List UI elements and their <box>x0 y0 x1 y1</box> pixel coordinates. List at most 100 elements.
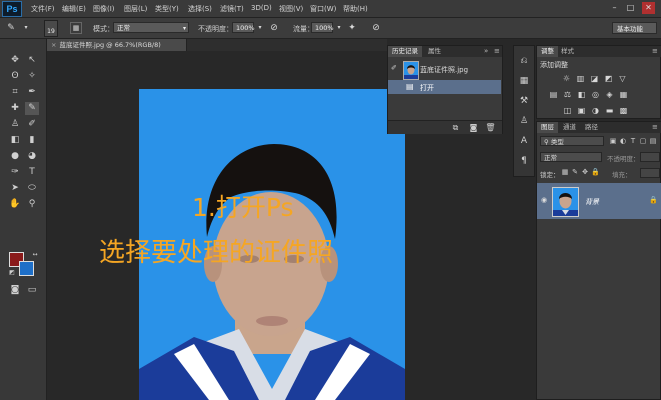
filter-adjustment-icon[interactable]: ◐ <box>619 137 627 146</box>
invert-icon[interactable]: ◫ <box>563 106 572 115</box>
color-lookup-icon[interactable]: ▦ <box>619 90 628 99</box>
minimize-button[interactable]: – <box>608 2 621 14</box>
eraser-tool-icon[interactable]: ◧ <box>8 134 22 147</box>
swap-colors-icon[interactable]: ↔ <box>28 248 42 261</box>
menu-type[interactable]: 类型(Y) <box>155 4 179 14</box>
artboard-tool-icon[interactable]: ↖ <box>25 54 39 67</box>
zoom-tool-icon[interactable]: ⚲ <box>25 198 39 211</box>
hue-saturation-icon[interactable]: ▤ <box>549 90 558 99</box>
blend-mode-select[interactable]: 正常 <box>540 152 602 162</box>
maximize-button[interactable]: □ <box>624 2 637 14</box>
properties-panel-icon[interactable]: ▦ <box>517 74 531 88</box>
dodge-tool-icon[interactable]: ◕ <box>25 150 39 163</box>
eyedropper-tool-icon[interactable]: ✒ <box>25 86 39 99</box>
menu-view[interactable]: 视图(V) <box>279 4 303 14</box>
tab-layers[interactable]: 图层 <box>537 122 558 133</box>
layer-filter-select[interactable]: ⚲ 类型 <box>540 136 604 146</box>
character-panel-icon[interactable]: A <box>517 134 531 148</box>
menu-edit[interactable]: 编辑(E) <box>62 4 86 14</box>
ellipse-tool-icon[interactable]: ⬭ <box>25 182 39 195</box>
exposure-icon[interactable]: ◩ <box>604 74 613 83</box>
workspace-switcher[interactable]: 基本功能 <box>612 22 657 34</box>
layer-row-background[interactable]: ◉ 背景 🔒 <box>537 183 661 219</box>
posterize-icon[interactable]: ▣ <box>577 106 586 115</box>
gradient-tool-icon[interactable]: ▮ <box>25 134 39 147</box>
panel-menu-icon[interactable]: ≡ <box>652 123 658 131</box>
brush-presets-icon[interactable]: ⚒ <box>517 94 531 108</box>
photo-filter-icon[interactable]: ◎ <box>591 90 600 99</box>
tab-channels[interactable]: 通道 <box>559 122 580 133</box>
panel-menu-icon[interactable]: ≡ <box>494 47 500 55</box>
pressure-size-icon[interactable]: ⊘ <box>370 22 382 34</box>
move-tool-icon[interactable]: ✥ <box>8 54 22 67</box>
history-brush-source-icon[interactable]: ✐ <box>391 64 397 72</box>
chevron-down-icon[interactable]: ▾ <box>333 22 345 34</box>
flow-field[interactable]: 100% <box>311 22 334 33</box>
tab-history[interactable]: 历史记录 <box>388 46 422 57</box>
menu-image[interactable]: 图像(I) <box>93 4 115 14</box>
clone-source-icon[interactable]: ♙ <box>517 114 531 128</box>
new-document-from-state-icon[interactable]: ⧉ <box>450 122 461 133</box>
crop-tool-icon[interactable]: ⌗ <box>8 86 22 99</box>
hand-tool-icon[interactable]: ✋ <box>8 198 22 211</box>
channel-mixer-icon[interactable]: ◈ <box>605 90 614 99</box>
history-step-row[interactable]: ▤ 打开 <box>388 80 501 94</box>
filter-shape-icon[interactable]: ▢ <box>639 137 647 146</box>
airbrush-icon[interactable]: ✦ <box>346 22 358 34</box>
mode-select[interactable]: 正常 ▾ <box>113 22 189 33</box>
screen-mode-icon[interactable]: ▭ <box>25 284 39 297</box>
clone-stamp-icon[interactable]: ♙ <box>8 118 22 131</box>
chevron-down-icon[interactable]: ▾ <box>20 22 32 34</box>
filter-pixel-icon[interactable]: ▣ <box>609 137 617 146</box>
lock-transparent-icon[interactable]: ▦ <box>561 168 569 177</box>
menu-help[interactable]: 帮助(H) <box>343 4 368 14</box>
healing-brush-icon[interactable]: ✚ <box>8 102 22 115</box>
selective-color-icon[interactable]: ▩ <box>619 106 628 115</box>
panel-menu-icon[interactable]: ≡ <box>652 47 658 55</box>
menu-3d[interactable]: 3D(D) <box>251 4 272 12</box>
brush-size-picker[interactable]: 19 <box>44 20 58 37</box>
menu-window[interactable]: 窗口(W) <box>310 4 336 14</box>
path-select-icon[interactable]: ➤ <box>8 182 22 195</box>
vibrance-icon[interactable]: ▽ <box>618 74 627 83</box>
trash-icon[interactable]: 🗑 <box>485 122 496 133</box>
tab-paths[interactable]: 路径 <box>581 122 602 133</box>
pen-tool-icon[interactable]: ✑ <box>8 166 22 179</box>
menu-file[interactable]: 文件(F) <box>31 4 55 14</box>
color-balance-icon[interactable]: ⚖ <box>563 90 572 99</box>
close-icon[interactable]: × <box>51 41 56 49</box>
document-tab[interactable]: × 蓝底证件照.jpg @ 66.7%(RGB/8) <box>47 39 187 51</box>
lock-all-icon[interactable]: 🔒 <box>591 168 600 177</box>
app-logo[interactable]: Ps <box>2 1 22 17</box>
layer-opacity-field[interactable] <box>640 152 660 162</box>
curves-icon[interactable]: ◪ <box>590 74 599 83</box>
tab-adjustments[interactable]: 调整 <box>537 46 558 57</box>
brush-tool-icon[interactable]: ✎ <box>5 22 17 34</box>
blur-tool-icon[interactable]: ● <box>8 150 22 163</box>
tab-properties[interactable]: 属性 <box>424 46 445 57</box>
brush-tool-icon[interactable]: ✎ <box>25 102 39 115</box>
lasso-tool-icon[interactable]: ʘ <box>8 70 22 83</box>
pressure-opacity-icon[interactable]: ⊘ <box>268 22 280 34</box>
brightness-icon[interactable]: ☼ <box>562 74 571 83</box>
filter-type-icon[interactable]: T <box>629 137 637 146</box>
history-snapshot-row[interactable]: ✐ 蓝底证件照.jpg <box>388 58 502 80</box>
opacity-field[interactable]: 100% <box>232 22 255 33</box>
black-white-icon[interactable]: ◧ <box>577 90 586 99</box>
filter-smart-object-icon[interactable]: ▤ <box>649 137 657 146</box>
type-tool-icon[interactable]: T <box>25 166 39 179</box>
menu-select[interactable]: 选择(S) <box>188 4 212 14</box>
close-button[interactable]: ✕ <box>642 2 655 14</box>
gradient-map-icon[interactable]: ▬ <box>605 106 614 115</box>
menu-filter[interactable]: 滤镜(T) <box>220 4 244 14</box>
history-brush-icon[interactable]: ✐ <box>25 118 39 131</box>
chevron-down-icon[interactable]: ▾ <box>254 22 266 34</box>
default-colors-icon[interactable]: ◩ <box>5 266 19 279</box>
collapse-icon[interactable]: » <box>484 47 488 55</box>
eye-icon[interactable]: ◉ <box>541 196 549 205</box>
quick-select-tool-icon[interactable]: ✧ <box>25 70 39 83</box>
levels-icon[interactable]: ▥ <box>576 74 585 83</box>
paragraph-panel-icon[interactable]: ¶ <box>517 154 531 168</box>
menu-layer[interactable]: 图层(L) <box>124 4 147 14</box>
lock-position-icon[interactable]: ✥ <box>581 168 589 177</box>
